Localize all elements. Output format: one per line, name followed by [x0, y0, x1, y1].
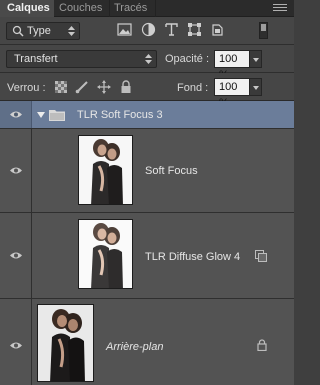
opacity-label: Opacité :	[165, 53, 210, 65]
photo-thumbnail-image	[79, 136, 132, 204]
fill-dropdown-button[interactable]	[250, 78, 262, 96]
photo-thumbnail-image	[79, 220, 132, 288]
chevron-up-down-icon	[145, 54, 152, 64]
layer-group-row[interactable]: TLR Soft Focus 3	[0, 101, 294, 129]
expand-triangle-icon[interactable]	[37, 112, 45, 118]
blend-mode-value: Transfert	[14, 53, 58, 65]
lock-bar: Verrou : Fond : 100 %	[0, 73, 294, 109]
search-icon	[12, 25, 24, 37]
lock-transparency-icon[interactable]	[54, 80, 68, 94]
panel-menu-icon[interactable]	[273, 4, 287, 13]
visibility-toggle[interactable]	[0, 299, 32, 385]
eye-icon	[10, 342, 22, 349]
lock-position-icon[interactable]	[97, 80, 111, 94]
tab-channels[interactable]: Couches	[54, 0, 110, 17]
layer-name: Arrière-plan	[106, 341, 164, 353]
visibility-toggle[interactable]	[0, 101, 32, 128]
filter-kind-label: Type	[27, 25, 51, 37]
layer-name: TLR Soft Focus 3	[77, 109, 163, 121]
filter-toggle-switch[interactable]	[259, 22, 268, 39]
chevron-up-down-icon	[68, 26, 75, 36]
lock-all-icon[interactable]	[119, 80, 133, 94]
adjustment-filter-icon[interactable]	[141, 22, 156, 37]
eye-icon	[10, 167, 22, 174]
lock-pixels-icon[interactable]	[75, 80, 89, 94]
opacity-dropdown-button[interactable]	[250, 50, 262, 68]
layer-name: TLR Diffuse Glow 4	[145, 251, 241, 263]
image-filter-icon[interactable]	[117, 22, 132, 37]
opacity-input[interactable]: 100 %	[214, 50, 250, 81]
fill-input[interactable]: 100 %	[214, 78, 250, 109]
type-filter-icon[interactable]	[164, 22, 179, 37]
lock-label: Verrou :	[7, 82, 46, 94]
layer-thumbnail	[37, 304, 94, 382]
visibility-toggle[interactable]	[0, 213, 32, 298]
smart-object-filter-icon[interactable]	[210, 22, 225, 37]
layer-thumbnail	[78, 219, 133, 289]
lock-icon	[257, 339, 267, 351]
photo-thumbnail-image	[38, 305, 93, 381]
eye-icon	[10, 252, 22, 259]
tab-paths[interactable]: Tracés	[110, 0, 156, 17]
panel-tab-bar: Calques Couches Tracés	[0, 0, 294, 17]
layer-row-diffuse-glow[interactable]: TLR Diffuse Glow 4	[0, 213, 294, 299]
tab-layers[interactable]: Calques	[0, 0, 54, 17]
smart-object-icon	[255, 250, 267, 262]
folder-icon	[49, 110, 65, 121]
fill-label: Fond :	[177, 82, 209, 94]
layer-name: Soft Focus	[145, 165, 198, 177]
shape-filter-icon[interactable]	[187, 22, 202, 37]
layer-row-soft-focus[interactable]: Soft Focus	[0, 129, 294, 213]
layer-thumbnail	[78, 135, 133, 205]
blend-bar: Transfert Opacité : 100 %	[0, 45, 294, 81]
visibility-toggle[interactable]	[0, 129, 32, 212]
eye-icon	[10, 111, 22, 118]
blend-mode-select[interactable]: Transfert	[6, 50, 157, 68]
layer-row-background[interactable]: Arrière-plan	[0, 299, 294, 385]
filter-kind-select[interactable]: Type	[6, 22, 80, 40]
